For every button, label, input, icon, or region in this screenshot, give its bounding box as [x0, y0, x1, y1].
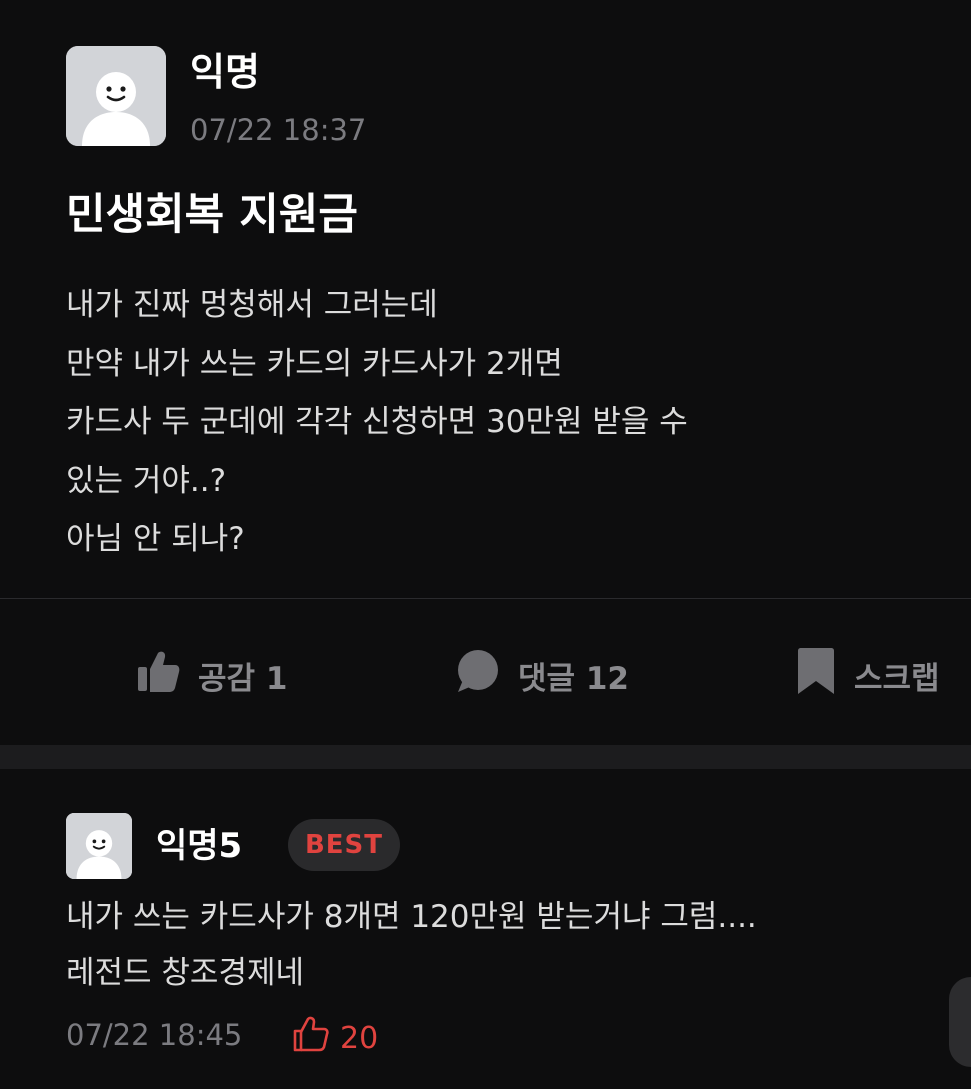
comment-like-count: 20: [340, 1020, 379, 1056]
like-button[interactable]: 공감 1: [136, 640, 287, 710]
anonymous-avatar-icon: [66, 813, 132, 879]
post: 익명 07/22 18:37 민생회복 지원금 내가 진짜 멍청해서 그러는데 …: [0, 0, 971, 745]
scrap-label: 스크랩: [854, 660, 940, 697]
post-body-line: 아님 안 되나?: [66, 521, 245, 557]
avatar[interactable]: [66, 813, 132, 879]
post-title: 민생회복 지원금: [66, 190, 358, 240]
best-badge: BEST: [288, 819, 400, 871]
best-comment: 익명5 BEST 내가 쓰는 카드사가 8개면 120만원 받는거냐 그럼...…: [0, 769, 971, 1089]
comment-author: 익명5: [156, 826, 243, 866]
comment-button[interactable]: 댓글 12: [454, 640, 629, 710]
post-body-line: 있는 거야..?: [66, 462, 227, 499]
comment-label: 댓글 12: [518, 660, 629, 697]
avatar[interactable]: [66, 46, 166, 146]
comment-timestamp: 07/22 18:45: [66, 1018, 243, 1052]
comment-body: 내가 쓰는 카드사가 8개면 120만원 받는거냐 그럼.... 레전드 창조경…: [66, 889, 946, 1001]
comment-body-line: 내가 쓰는 카드사가 8개면 120만원 받는거냐 그럼....: [66, 899, 757, 935]
post-author: 익명: [190, 50, 260, 94]
thumbs-up-icon: [136, 648, 180, 702]
floating-scroll-handle[interactable]: [949, 977, 971, 1067]
like-label: 공감 1: [198, 660, 288, 697]
thumbs-up-outline-icon: [292, 1015, 330, 1061]
comment-body-line: 레전드 창조경제네: [66, 955, 305, 991]
post-body-line: 카드사 두 군데에 각각 신청하면 30만원 받을 수: [66, 404, 688, 440]
divider: [0, 598, 971, 599]
speech-bubble-icon: [454, 648, 500, 702]
bookmark-icon: [796, 647, 836, 703]
anonymous-avatar-icon: [66, 46, 166, 146]
post-timestamp: 07/22 18:37: [190, 113, 367, 147]
post-body-line: 만약 내가 쓰는 카드의 카드사가 2개면: [66, 345, 563, 382]
comment-like-button[interactable]: 20: [292, 1015, 378, 1061]
section-separator: [0, 745, 971, 769]
scrap-button[interactable]: 스크랩: [796, 640, 940, 710]
post-body-line: 내가 진짜 멍청해서 그러는데: [66, 287, 438, 323]
post-body: 내가 진짜 멍청해서 그러는데 만약 내가 쓰는 카드의 카드사가 2개면 카드…: [66, 276, 926, 569]
